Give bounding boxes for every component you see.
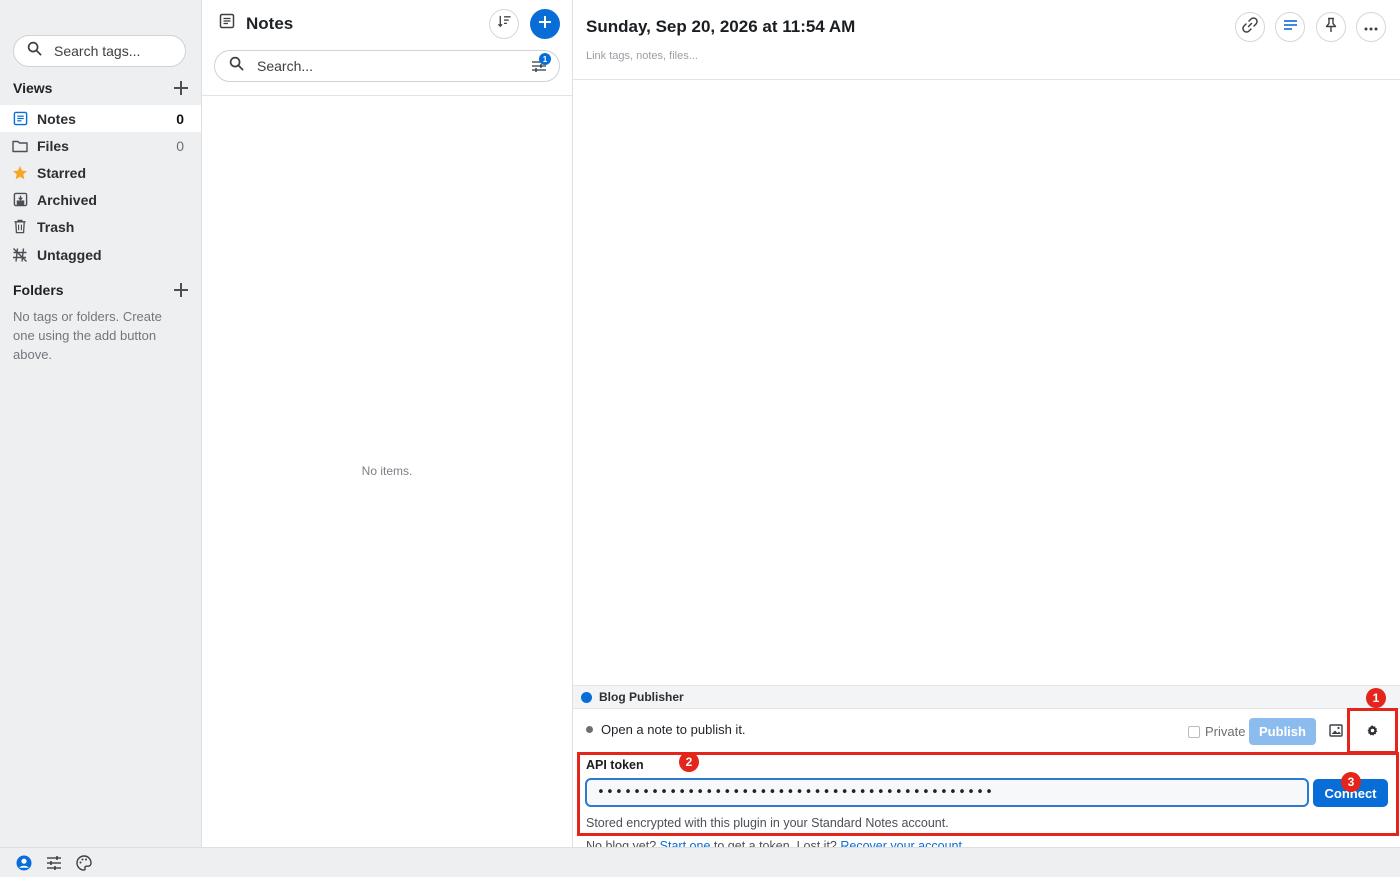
- view-item-untagged[interactable]: Untagged: [0, 241, 201, 268]
- add-view-icon[interactable]: [173, 80, 189, 96]
- pin-button[interactable]: [1316, 12, 1346, 42]
- views-heading: Views: [13, 80, 53, 96]
- link-button[interactable]: [1235, 12, 1265, 42]
- hint-prefix: No blog yet?: [586, 839, 657, 847]
- plugin-header: Blog Publisher: [573, 686, 1400, 709]
- view-label: Untagged: [37, 246, 102, 263]
- notes-icon: [219, 13, 235, 34]
- palette-icon[interactable]: [76, 854, 92, 871]
- view-label: Files: [37, 137, 69, 154]
- folders-empty-text: No tags or folders. Create one using the…: [13, 309, 162, 362]
- private-checkbox[interactable]: [1188, 725, 1200, 738]
- editor-header: Sunday, Sep 20, 2026 at 11:54 AM Link ta…: [573, 0, 1400, 80]
- view-count: 0: [176, 137, 184, 154]
- annotation-box-token: [577, 752, 1399, 836]
- plugin-name: Blog Publisher: [599, 690, 684, 704]
- view-label: Archived: [37, 191, 97, 208]
- view-count: 0: [176, 110, 184, 127]
- ellipsis-icon: [1364, 18, 1378, 36]
- footer-bar: [0, 847, 1400, 877]
- hint-middle: to get a token. Lost it?: [713, 839, 837, 847]
- notes-search-input[interactable]: Search... 1: [214, 50, 560, 82]
- note-title[interactable]: Sunday, Sep 20, 2026 at 11:54 AM: [586, 17, 855, 37]
- folder-icon: [12, 138, 28, 154]
- list-title-text: Notes: [246, 13, 294, 33]
- untagged-icon: [12, 247, 28, 263]
- annotation-marker-2: 2: [679, 752, 699, 772]
- sort-button[interactable]: [489, 9, 519, 39]
- search-icon: [27, 41, 42, 61]
- view-item-trash[interactable]: Trash: [0, 213, 201, 240]
- notes-search-placeholder: Search...: [257, 58, 314, 74]
- plus-icon: [538, 15, 552, 34]
- empty-list-text: No items.: [361, 464, 413, 478]
- tag-search-placeholder: Search tags...: [54, 43, 141, 59]
- view-item-notes[interactable]: Notes 0: [0, 105, 201, 132]
- status-text: Open a note to publish it.: [601, 722, 746, 737]
- star-icon: [12, 165, 28, 181]
- add-note-button[interactable]: [530, 9, 560, 39]
- text-lines-icon: [1283, 18, 1298, 36]
- more-options-button[interactable]: [1356, 12, 1386, 42]
- recover-account-link[interactable]: Recover your account: [840, 839, 962, 847]
- link-items-input[interactable]: Link tags, notes, files...: [586, 50, 698, 62]
- annotation-marker-3: 3: [1341, 772, 1361, 792]
- folders-header: Folders: [13, 280, 189, 300]
- plugin-status-dot: [581, 691, 592, 703]
- publish-status: Open a note to publish it.: [586, 722, 746, 737]
- view-item-archived[interactable]: Archived: [0, 186, 201, 213]
- image-icon[interactable]: [1329, 724, 1343, 738]
- sort-icon: [497, 14, 512, 34]
- archive-icon: [12, 192, 28, 208]
- notes-icon: [12, 111, 28, 127]
- view-item-files[interactable]: Files 0: [0, 132, 201, 159]
- pin-icon: [1324, 17, 1338, 38]
- blog-publisher-plugin: Blog Publisher Open a note to publish it…: [573, 685, 1400, 847]
- annotation-marker-1: 1: [1366, 688, 1386, 708]
- private-toggle[interactable]: Private: [1188, 724, 1245, 739]
- list-title: Notes: [219, 13, 293, 34]
- annotation-box-settings: [1347, 708, 1398, 754]
- editor-type-button[interactable]: [1275, 12, 1305, 42]
- link-icon: [1242, 16, 1258, 38]
- publish-button[interactable]: Publish: [1249, 718, 1316, 745]
- trash-icon: [12, 219, 28, 235]
- view-label: Starred: [37, 164, 87, 181]
- views-header: Views: [13, 78, 189, 98]
- folders-heading: Folders: [13, 282, 64, 298]
- notes-list-header: Notes Search... 1: [202, 0, 572, 96]
- navigation-sidebar: Search tags... Views Notes 0 Files 0 Sta…: [0, 0, 202, 847]
- status-dot: [586, 726, 593, 733]
- token-help-text: No blog yet? Start one to get a token. L…: [586, 839, 962, 847]
- search-icon: [229, 56, 244, 76]
- preferences-icon[interactable]: [46, 855, 62, 871]
- tag-search-input[interactable]: Search tags...: [13, 35, 186, 67]
- view-item-starred[interactable]: Starred: [0, 159, 201, 186]
- account-icon[interactable]: [16, 855, 32, 871]
- notes-list-panel: Notes Search... 1 No items.: [202, 0, 573, 847]
- add-folder-icon[interactable]: [173, 282, 189, 298]
- view-label: Notes: [37, 110, 76, 127]
- filter-badge: 1: [539, 53, 551, 65]
- note-editor: Sunday, Sep 20, 2026 at 11:54 AM Link ta…: [573, 0, 1400, 847]
- start-blog-link[interactable]: Start one: [660, 839, 711, 847]
- view-label: Trash: [37, 218, 75, 235]
- private-label: Private: [1205, 724, 1246, 739]
- app-window: Search tags... Views Notes 0 Files 0 Sta…: [0, 0, 1400, 877]
